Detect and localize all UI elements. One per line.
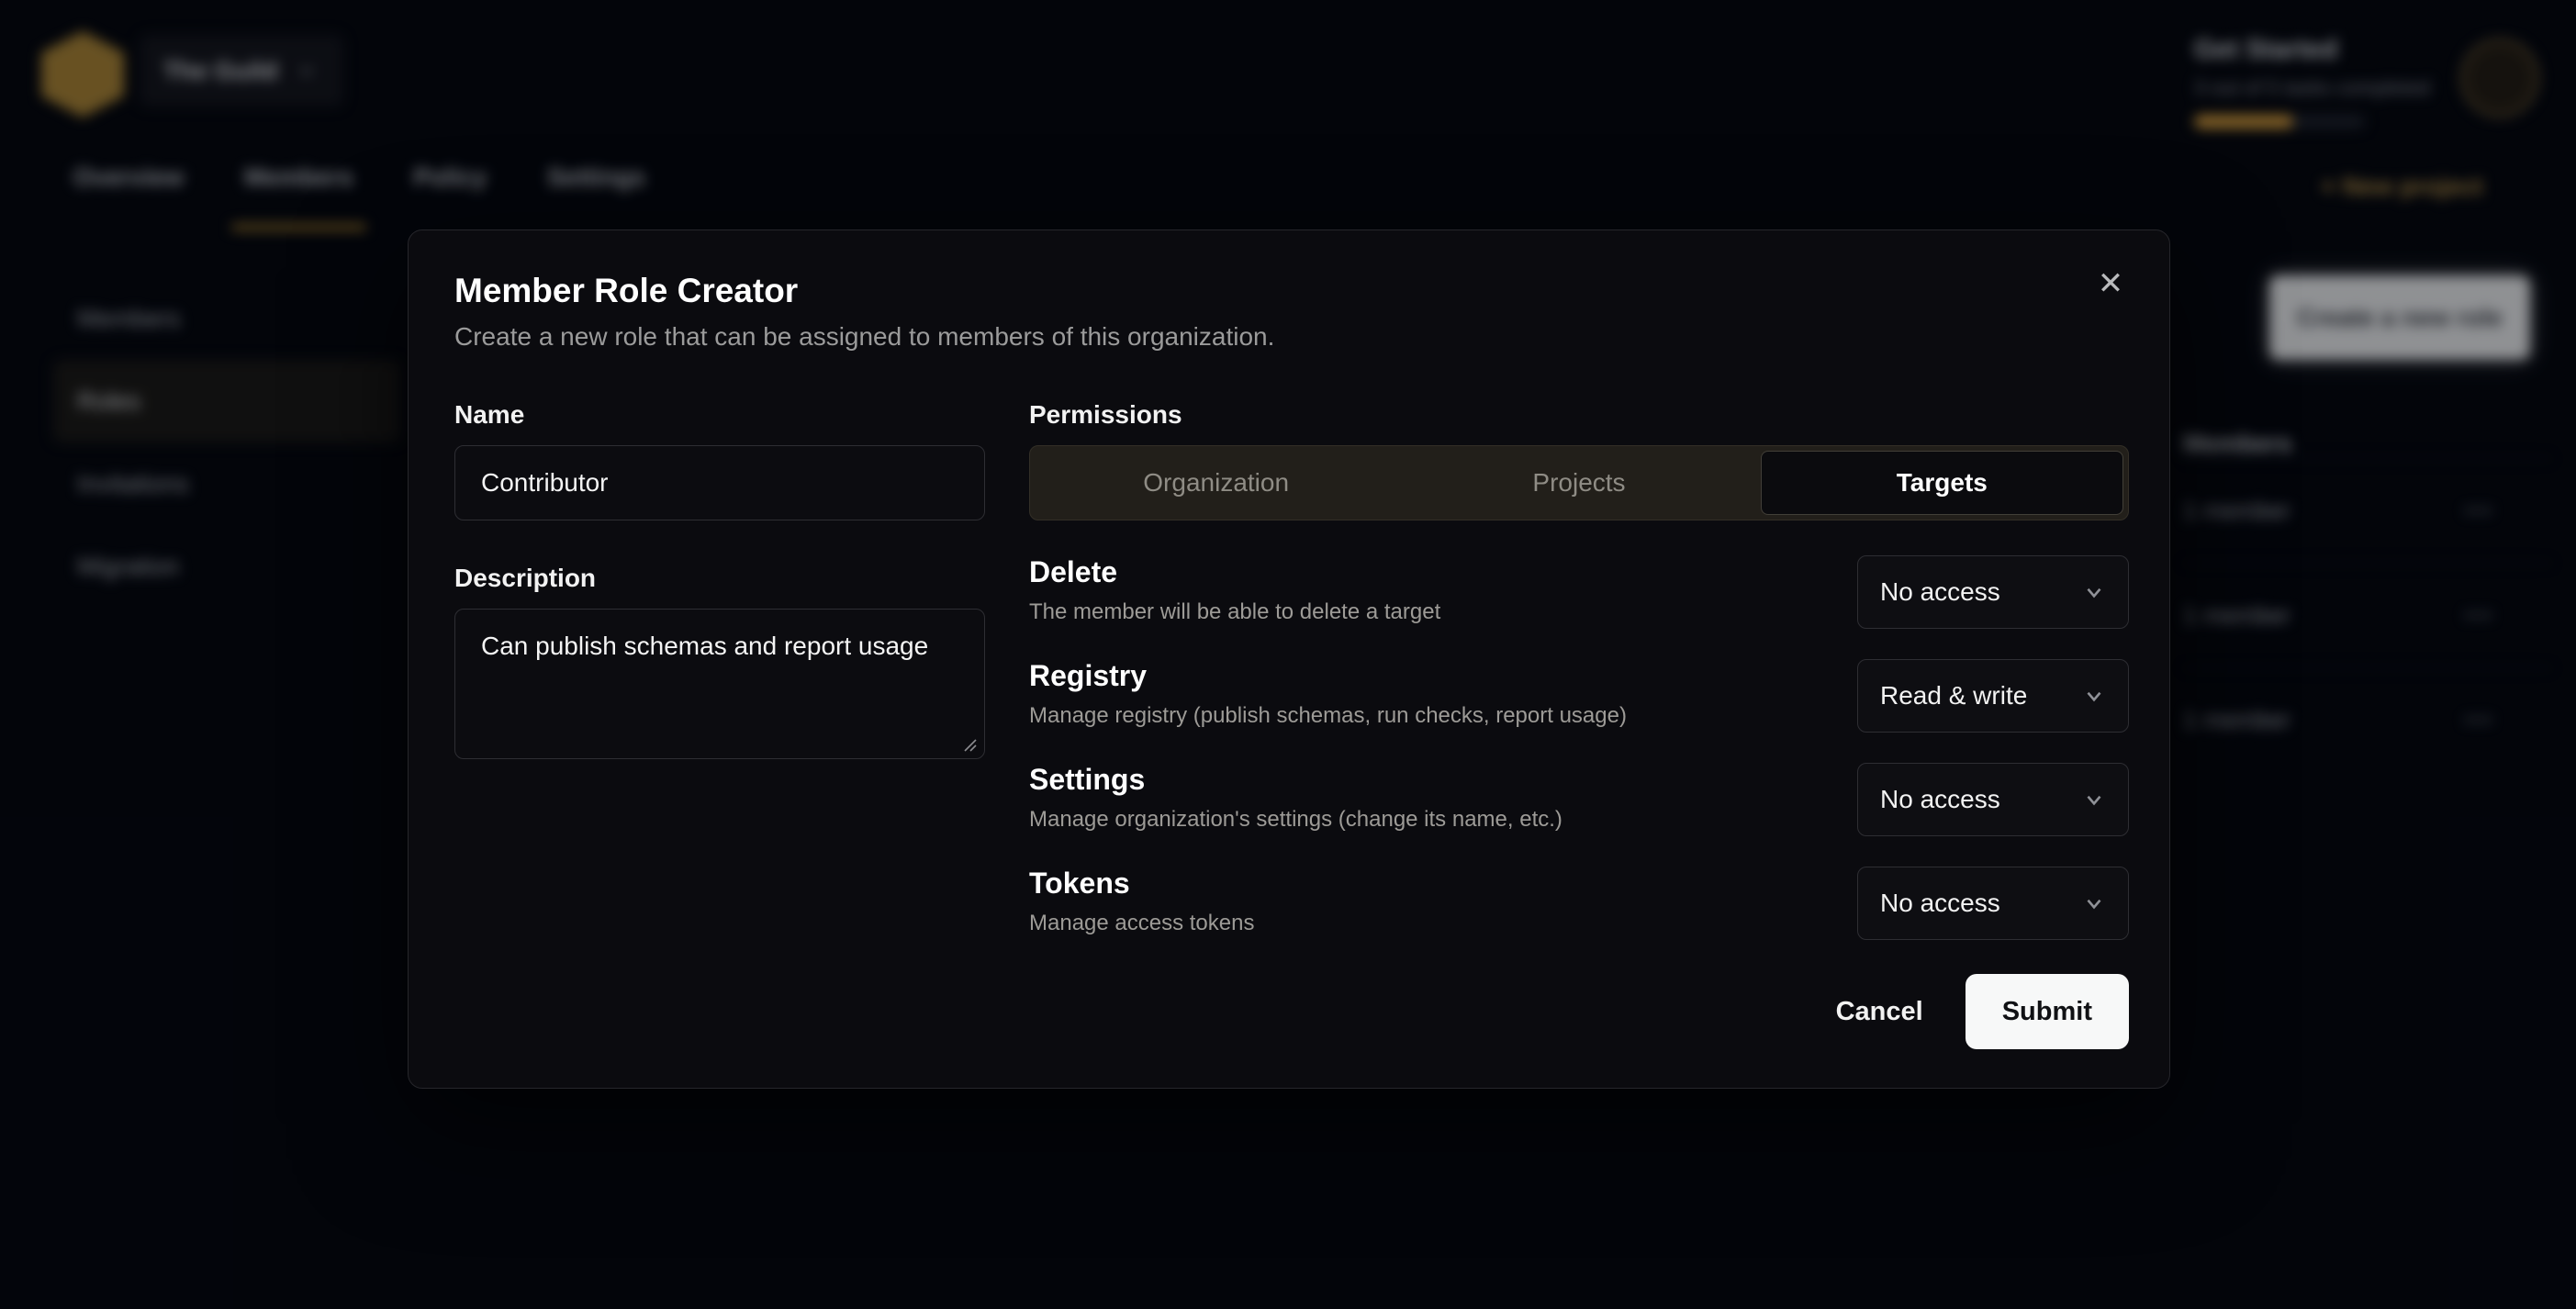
permission-description: Manage organization's settings (change i… (1029, 807, 1562, 833)
submit-button[interactable]: Submit (1966, 974, 2129, 1049)
permission-description: Manage access tokens (1029, 911, 1254, 936)
permissions-label: Permissions (1029, 399, 2129, 431)
tab-organization[interactable]: Organization (1035, 451, 1397, 515)
permission-description: The member will be able to delete a targ… (1029, 599, 1440, 625)
permission-row-tokens: Tokens Manage access tokens No access (1029, 867, 2129, 940)
settings-access-select[interactable]: No access (1857, 763, 2129, 836)
member-role-creator-dialog: ✕ Member Role Creator Create a new role … (408, 229, 2170, 1089)
close-icon[interactable]: ✕ (2090, 263, 2131, 304)
permission-row-registry: Registry Manage registry (publish schema… (1029, 659, 2129, 733)
chevron-down-icon (2082, 891, 2106, 915)
permission-title: Settings (1029, 763, 1562, 796)
name-label: Name (454, 399, 985, 431)
role-description-textarea[interactable] (454, 609, 985, 759)
permission-title: Registry (1029, 659, 1627, 692)
dialog-title: Member Role Creator (454, 271, 2129, 311)
role-name-input[interactable] (454, 445, 985, 520)
chevron-down-icon (2082, 684, 2106, 708)
delete-access-select[interactable]: No access (1857, 555, 2129, 629)
permissions-tab-strip: Organization Projects Targets (1029, 445, 2129, 520)
chevron-down-icon (2082, 580, 2106, 604)
tab-targets[interactable]: Targets (1761, 451, 2123, 515)
cancel-button[interactable]: Cancel (1807, 970, 1953, 1053)
resize-grip-icon[interactable] (961, 736, 978, 753)
dialog-subtitle: Create a new role that can be assigned t… (454, 322, 2129, 352)
permission-row-settings: Settings Manage organization's settings … (1029, 763, 2129, 836)
chevron-down-icon (2082, 788, 2106, 811)
tokens-access-select[interactable]: No access (1857, 867, 2129, 940)
permission-title: Delete (1029, 555, 1440, 588)
permission-row-delete: Delete The member will be able to delete… (1029, 555, 2129, 629)
registry-access-select[interactable]: Read & write (1857, 659, 2129, 733)
permission-description: Manage registry (publish schemas, run ch… (1029, 703, 1627, 729)
tab-projects[interactable]: Projects (1397, 451, 1760, 515)
description-label: Description (454, 563, 985, 594)
permission-title: Tokens (1029, 867, 1254, 900)
